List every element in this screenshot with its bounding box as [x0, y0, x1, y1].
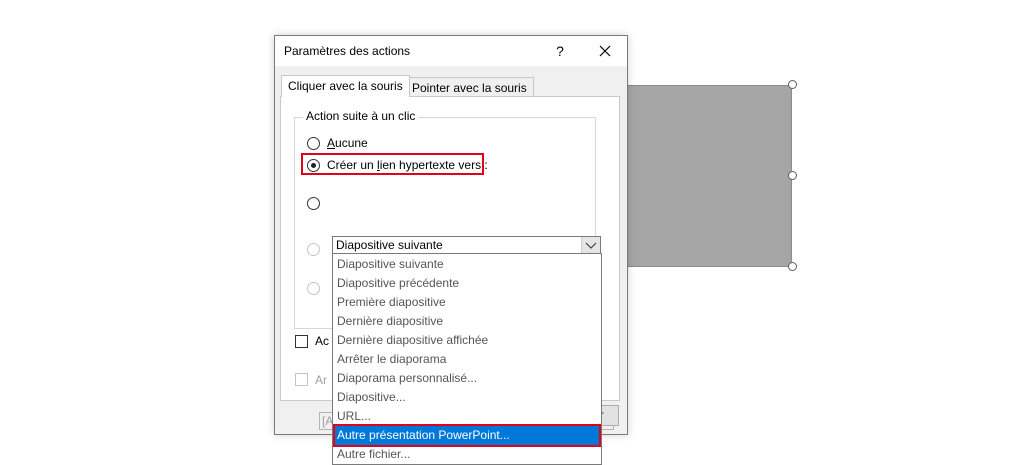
- resize-handle-bottom-right[interactable]: [788, 262, 797, 271]
- hyperlink-dropdown-list: Diapositive suivante Diapositive précéde…: [332, 253, 602, 465]
- dropdown-option[interactable]: Dernière diapositive affichée: [334, 331, 600, 350]
- play-sound-checkbox[interactable]: [295, 335, 308, 348]
- radio-none-label: Aucune: [327, 136, 368, 150]
- dropdown-option[interactable]: Première diapositive: [334, 293, 600, 312]
- highlight-label: Ar: [315, 373, 327, 387]
- tab-mouse-over[interactable]: Pointer avec la souris: [405, 77, 534, 97]
- dropdown-option[interactable]: Arrêter le diaporama: [334, 350, 600, 369]
- combo-dropdown-button[interactable]: [581, 237, 600, 253]
- chevron-down-icon: [585, 242, 597, 249]
- resize-handle-top-right[interactable]: [788, 80, 797, 89]
- dropdown-option[interactable]: Diapositive...: [334, 388, 600, 407]
- selected-option-highlight: [333, 424, 601, 447]
- resize-handle-middle-right[interactable]: [788, 171, 797, 180]
- hyperlink-highlight: [301, 153, 484, 175]
- hyperlink-target-combo[interactable]: Diapositive suivante: [332, 236, 601, 254]
- radio-object-action[interactable]: [307, 282, 320, 295]
- group-label: Action suite à un clic: [303, 109, 419, 123]
- slide-shape[interactable]: [626, 85, 792, 267]
- dialog-title: Paramètres des actions: [284, 44, 411, 58]
- close-button[interactable]: [587, 38, 623, 64]
- play-sound-label: Ac: [315, 334, 330, 348]
- radio-run-program[interactable]: [307, 197, 320, 210]
- help-button[interactable]: ?: [547, 38, 573, 64]
- dropdown-option[interactable]: Diaporama personnalisé...: [334, 369, 600, 388]
- title-bar: Paramètres des actions ?: [275, 36, 627, 66]
- highlight-checkbox[interactable]: [295, 373, 308, 386]
- tab-mouse-click[interactable]: Cliquer avec la souris: [281, 75, 410, 97]
- dropdown-option[interactable]: Dernière diapositive: [334, 312, 600, 331]
- action-settings-dialog: Paramètres des actions ? Cliquer avec la…: [274, 35, 628, 465]
- radio-run-macro[interactable]: [307, 243, 320, 256]
- hyperlink-target-value: Diapositive suivante: [336, 238, 443, 252]
- radio-none[interactable]: [307, 137, 320, 150]
- close-icon: [599, 45, 611, 57]
- dropdown-option[interactable]: Diapositive précédente: [334, 274, 600, 293]
- tab-panel: Action suite à un clic Aucune Créer un l…: [280, 96, 620, 465]
- dropdown-option[interactable]: Diapositive suivante: [334, 255, 600, 274]
